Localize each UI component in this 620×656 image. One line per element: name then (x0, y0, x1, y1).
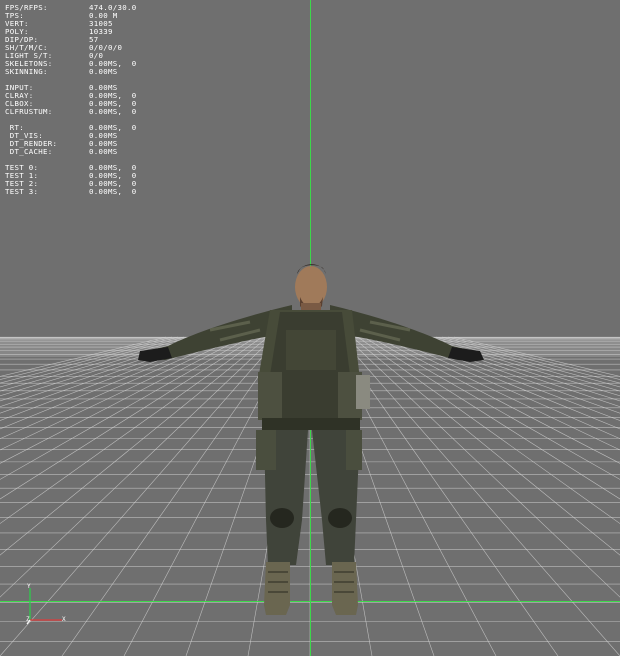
stats-group-tests: TEST 0: 0.00MS, 0 TEST 1: 0.00MS, 0 TEST 2: 0… (5, 164, 137, 196)
stat-label: TEST 3: (5, 187, 39, 196)
3d-viewport[interactable]: Y X Z FPS/RFPS: 474.0/30.0 TPS: 0.00 M VERT:… (0, 0, 620, 656)
gizmo-y-label: Y (27, 583, 31, 590)
stat-label: DT_CACHE: (5, 147, 53, 156)
gizmo-z-label: Z (26, 616, 30, 623)
stats-group-collision: INPUT: 0.00MS CLRAY: 0.00MS, 0 CLBOX: 0.00MS,… (5, 84, 137, 116)
stats-group-threads: RT: 0.00MS, 0 DT_VIS: 0.00MS DT_RENDER: 0.0… (5, 124, 137, 156)
render-stats-overlay: FPS/RFPS: 474.0/30.0 TPS: 0.00 M VERT: 31005 P… (5, 4, 137, 196)
stat-row: CLFRUSTUM: 0.00MS, 0 (5, 108, 137, 116)
stat-label: CLFRUSTUM: (5, 107, 53, 116)
stat-row: TEST 3: 0.00MS, 0 (5, 188, 137, 196)
axis-gizmo (26, 588, 62, 625)
stat-value: 0.00MS, 0 (89, 187, 137, 196)
stat-label: SKINNING: (5, 67, 48, 76)
stat-row: DT_CACHE: 0.00MS (5, 148, 137, 156)
stat-value: 0.00MS (89, 147, 118, 156)
stat-value: 0.00MS, 0 (89, 107, 137, 116)
gizmo-x-label: X (62, 616, 66, 623)
stat-value: 0.00MS (89, 67, 118, 76)
stats-group-render: FPS/RFPS: 474.0/30.0 TPS: 0.00 M VERT: 31005 P… (5, 4, 137, 76)
stat-row: SKINNING: 0.00MS (5, 68, 137, 76)
